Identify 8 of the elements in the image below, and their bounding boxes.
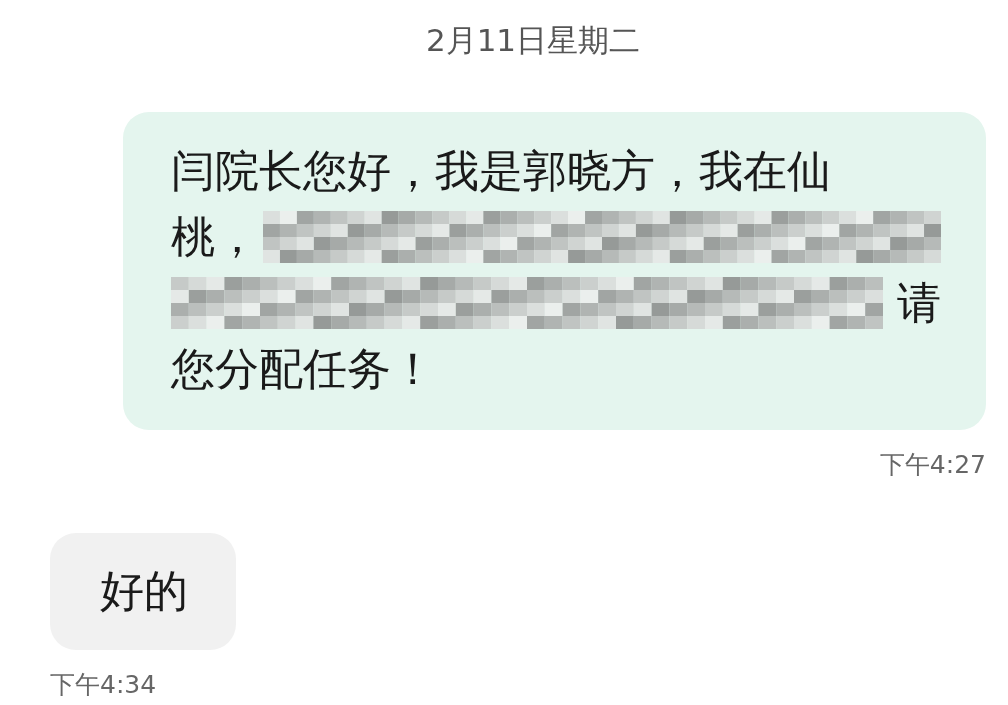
message-text: 闫院长您好，我是郭晓方，我在仙 xyxy=(171,144,831,198)
message-text: 您分配任务！ xyxy=(171,342,435,396)
message-text: 桃， xyxy=(171,210,259,264)
message-time: 下午4:27 xyxy=(879,449,986,481)
date-header: 2月11日星期二 xyxy=(425,21,641,60)
message-text: 好的 xyxy=(100,564,188,618)
message-text: 请 xyxy=(897,276,941,330)
message-time: 下午4:34 xyxy=(50,669,157,701)
